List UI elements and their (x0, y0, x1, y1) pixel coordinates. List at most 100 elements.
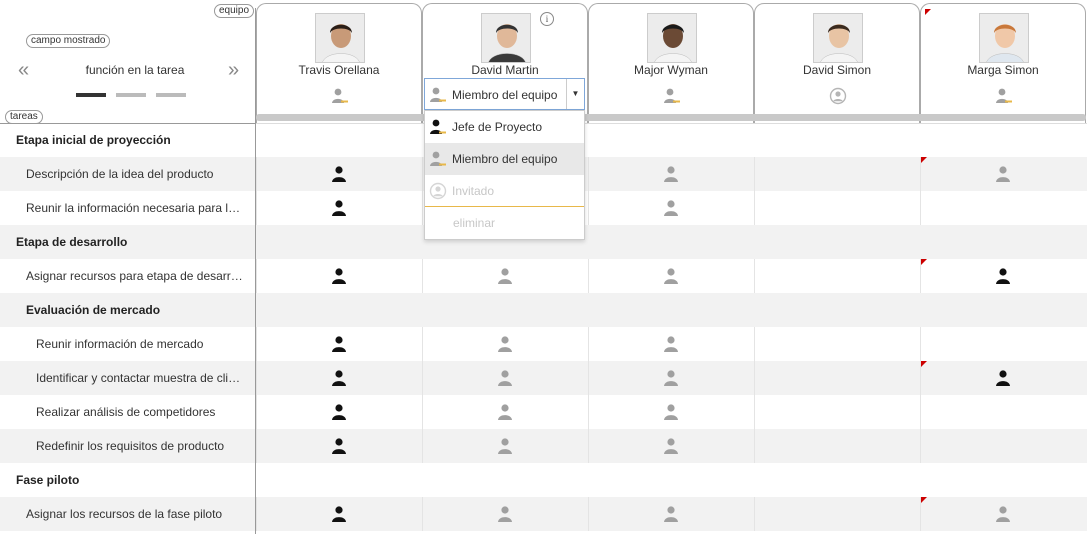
leader-role-icon[interactable] (331, 369, 349, 387)
team-member-column[interactable]: Major Wyman (588, 3, 754, 123)
role-cell[interactable] (588, 259, 754, 293)
member-role-icon[interactable] (497, 267, 515, 285)
task-label[interactable]: Descripción de la idea del producto (26, 157, 246, 191)
role-option-label: Invitado (452, 184, 495, 198)
role-cell[interactable] (422, 327, 588, 361)
task-label[interactable]: Redefinir los requisitos de producto (36, 429, 246, 463)
member-role-icon[interactable] (663, 369, 681, 387)
previous-field-button[interactable]: « (18, 60, 29, 80)
task-label[interactable]: Reunir información de mercado (36, 327, 246, 361)
role-cell[interactable] (256, 395, 422, 429)
member-role-icon[interactable] (497, 437, 515, 455)
role-cell[interactable] (588, 191, 754, 225)
leader-role-icon[interactable] (331, 165, 349, 183)
role-cell[interactable] (256, 191, 422, 225)
role-cell[interactable] (256, 259, 422, 293)
role-option-member[interactable]: Miembro del equipo (425, 143, 584, 175)
member-role-icon[interactable] (663, 403, 681, 421)
role-cell[interactable] (754, 191, 920, 225)
task-label[interactable]: Realizar análisis de competidores (36, 395, 246, 429)
leader-role-icon[interactable] (995, 267, 1013, 285)
role-cell[interactable] (754, 395, 920, 429)
phase-label[interactable]: Etapa de desarrollo (16, 225, 246, 259)
member-role-icon[interactable] (663, 87, 681, 105)
role-cell[interactable] (588, 157, 754, 191)
phase-label[interactable]: Evaluación de mercado (26, 293, 246, 327)
role-cell[interactable] (920, 429, 1086, 463)
role-cell[interactable] (920, 497, 1086, 531)
field-page-indicator-3[interactable] (156, 93, 186, 97)
leader-role-icon[interactable] (995, 369, 1013, 387)
task-label[interactable]: Asignar los recursos de la fase piloto (26, 497, 246, 531)
phase-label[interactable]: Etapa inicial de proyección (16, 123, 246, 157)
role-cell[interactable] (256, 327, 422, 361)
leader-role-icon[interactable] (331, 335, 349, 353)
role-cell[interactable] (256, 361, 422, 395)
role-cell[interactable] (754, 429, 920, 463)
member-role-icon[interactable] (497, 403, 515, 421)
guest-role-icon[interactable] (829, 87, 847, 105)
task-label[interactable]: Reunir la información necesaria para la … (26, 191, 246, 225)
leader-role-icon[interactable] (331, 267, 349, 285)
role-cell[interactable] (920, 327, 1086, 361)
horizontal-scrollbar[interactable] (256, 114, 1086, 121)
member-role-icon[interactable] (663, 165, 681, 183)
team-member-column[interactable]: Marga Simon (920, 3, 1086, 123)
phase-label[interactable]: Fase piloto (16, 463, 246, 497)
role-cell[interactable] (754, 327, 920, 361)
member-role-icon[interactable] (995, 505, 1013, 523)
role-cell[interactable] (754, 259, 920, 293)
role-cell[interactable] (754, 497, 920, 531)
role-cell[interactable] (256, 157, 422, 191)
member-name: David Martin (471, 63, 539, 77)
member-role-icon[interactable] (663, 437, 681, 455)
role-cell[interactable] (588, 327, 754, 361)
next-field-button[interactable]: » (228, 60, 239, 80)
role-cell[interactable] (422, 429, 588, 463)
leader-role-icon[interactable] (331, 403, 349, 421)
role-cell[interactable] (256, 497, 422, 531)
role-cell[interactable] (920, 361, 1086, 395)
role-cell[interactable] (920, 191, 1086, 225)
role-cell[interactable] (920, 395, 1086, 429)
member-role-icon[interactable] (497, 369, 515, 387)
role-cell[interactable] (754, 157, 920, 191)
member-role-icon[interactable] (995, 87, 1013, 105)
member-role-icon[interactable] (663, 267, 681, 285)
leader-role-icon[interactable] (331, 505, 349, 523)
member-name: Major Wyman (634, 63, 708, 77)
team-member-column[interactable]: David Simon (754, 3, 920, 123)
member-role-icon[interactable] (663, 199, 681, 217)
task-label[interactable]: Asignar recursos para etapa de desarroll… (26, 259, 246, 293)
info-icon[interactable]: i (540, 12, 554, 26)
field-page-indicator-2[interactable] (116, 93, 146, 97)
role-cell[interactable] (920, 259, 1086, 293)
role-cell[interactable] (754, 361, 920, 395)
role-cell[interactable] (920, 157, 1086, 191)
role-option-leader[interactable]: Jefe de Proyecto (425, 111, 584, 143)
leader-role-icon[interactable] (331, 199, 349, 217)
member-role-icon[interactable] (995, 165, 1013, 183)
chevron-down-icon[interactable]: ▼ (566, 79, 584, 109)
member-name: Marga Simon (967, 63, 1039, 77)
role-cell[interactable] (588, 395, 754, 429)
role-cell[interactable] (588, 497, 754, 531)
role-cell[interactable] (588, 361, 754, 395)
member-role-icon[interactable] (663, 505, 681, 523)
role-cell[interactable] (256, 429, 422, 463)
member-role-icon[interactable] (663, 335, 681, 353)
role-cell[interactable] (588, 429, 754, 463)
member-role-icon[interactable] (497, 505, 515, 523)
role-select[interactable]: Miembro del equipo ▼ (424, 78, 585, 110)
role-cell[interactable] (422, 259, 588, 293)
task-label[interactable]: Identificar y contactar muestra de clien… (36, 361, 246, 395)
role-cell[interactable] (422, 497, 588, 531)
task-row: Reunir información de mercado (0, 327, 1087, 361)
role-cell[interactable] (422, 395, 588, 429)
role-cell[interactable] (422, 361, 588, 395)
leader-role-icon[interactable] (331, 437, 349, 455)
member-role-icon[interactable] (331, 87, 349, 105)
team-member-column[interactable]: Travis Orellana (256, 3, 422, 123)
field-page-indicator-1[interactable] (76, 93, 106, 97)
member-role-icon[interactable] (497, 335, 515, 353)
